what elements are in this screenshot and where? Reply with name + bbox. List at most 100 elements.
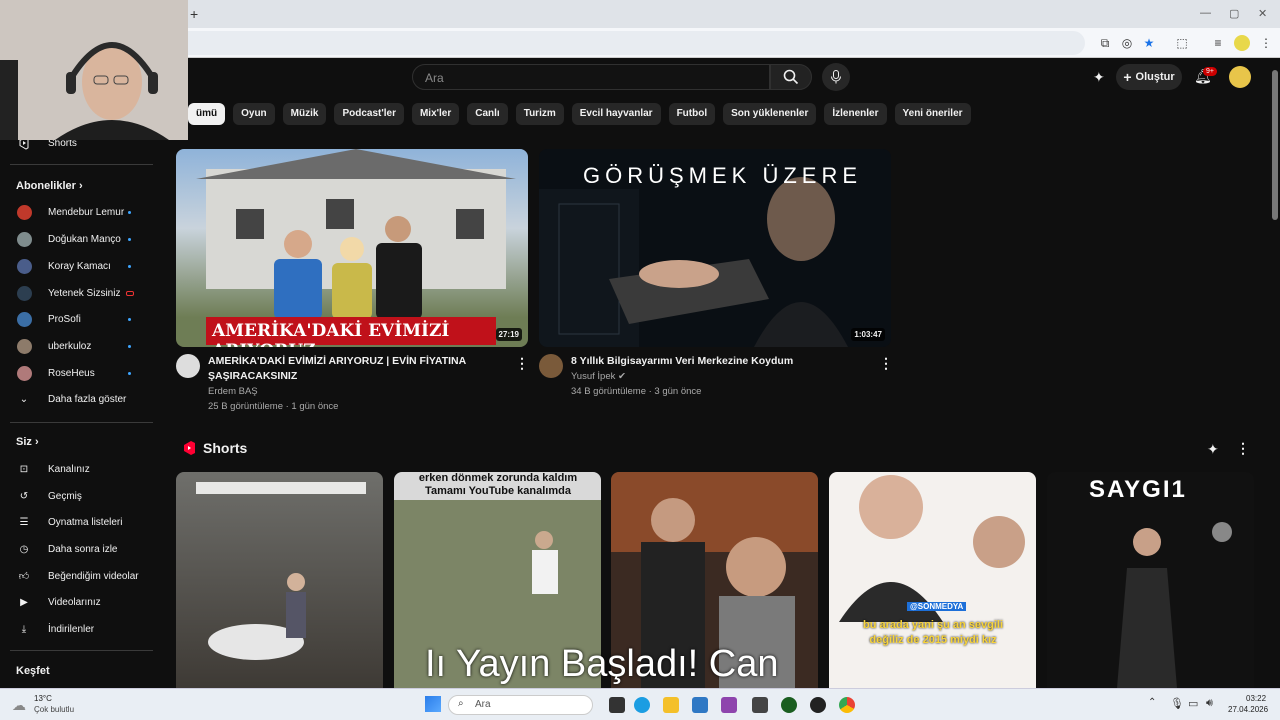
yt-header: Ara ✦ + Oluştur 🔔︎ 9+ xyxy=(0,58,1280,98)
explore-heading: Keşfet xyxy=(16,665,50,677)
windows-start-icon[interactable] xyxy=(425,696,441,712)
cast-icon[interactable]: ✦ xyxy=(1093,69,1105,86)
chrome-icon[interactable] xyxy=(839,697,855,713)
obs-icon[interactable] xyxy=(810,697,826,713)
chip-music[interactable]: Müzik xyxy=(282,103,327,125)
shorts-feedback-icon[interactable]: ✦ xyxy=(1207,441,1219,458)
video-title[interactable]: 8 Yıllık Bilgisayarımı Veri Merkezine Ko… xyxy=(571,354,871,369)
edge-icon[interactable] xyxy=(634,697,650,713)
short-card[interactable] xyxy=(176,472,383,688)
close-window-button[interactable]: ✕ xyxy=(1258,7,1267,20)
chip-tourism[interactable]: Turizm xyxy=(515,103,564,125)
short-caption: SAYGI1 xyxy=(1089,476,1187,503)
extensions-icon[interactable]: ⬚ xyxy=(1174,35,1190,51)
chip-live[interactable]: Canlı xyxy=(467,103,508,125)
account-avatar[interactable] xyxy=(1229,66,1251,88)
chip-watched[interactable]: İzlenenler xyxy=(824,103,887,125)
chip-new-to-you[interactable]: Yeni öneriler xyxy=(894,103,971,125)
new-content-dot xyxy=(128,210,131,214)
sidebar-sub-item[interactable]: Yetenek Sizsiniz xyxy=(0,283,160,303)
app-icon[interactable] xyxy=(721,697,737,713)
sidebar-item-watch-later[interactable]: ◷ Daha sonra izle xyxy=(0,539,160,559)
chip-mixes[interactable]: Mix'ler xyxy=(411,103,460,125)
bookmark-star-icon[interactable]: ★ xyxy=(1141,35,1157,51)
sidebar-item-history[interactable]: ↺ Geçmiş xyxy=(0,486,160,506)
shorts-logo-icon xyxy=(184,441,195,455)
avatar xyxy=(16,204,32,220)
voice-search-button[interactable] xyxy=(822,63,850,91)
sidebar-item-liked-videos[interactable]: 👍︎ Beğendiğim videolar xyxy=(0,566,160,586)
sidebar-sub-item[interactable]: Mendebur Lemur xyxy=(0,202,160,222)
subscriptions-heading[interactable]: Abonelikler › xyxy=(16,180,83,192)
chip-football[interactable]: Futbol xyxy=(668,103,716,125)
divider xyxy=(10,650,153,651)
chip-pets[interactable]: Evcil hayvanlar xyxy=(571,103,661,125)
mic-icon[interactable]: 🎙︎ xyxy=(1170,697,1184,710)
minimize-button[interactable]: — xyxy=(1200,7,1211,19)
chip-all[interactable]: ümü xyxy=(188,103,226,125)
install-app-icon[interactable]: ⧉ xyxy=(1097,35,1113,51)
search-input[interactable]: Ara xyxy=(412,64,770,90)
profile-avatar[interactable] xyxy=(1234,35,1250,51)
more-actions-icon[interactable]: ⋮ xyxy=(515,355,529,372)
download-icon: ⤓ xyxy=(21,623,27,635)
you-heading[interactable]: Siz › xyxy=(16,436,39,448)
sidebar-item-downloads[interactable]: ⤓ İndirilenler xyxy=(0,619,160,639)
taskbar-search[interactable]: Ara xyxy=(448,695,593,715)
channel-avatar[interactable] xyxy=(176,354,200,378)
video-thumbnail[interactable]: GÖRÜŞMEK ÜZERE 1:03:47 xyxy=(539,149,891,347)
sidebar-sub-item[interactable]: uberkuloz xyxy=(0,336,160,356)
thumbs-up-icon: 👍︎ xyxy=(18,571,30,582)
video-title[interactable]: AMERİKA'DAKİ EVİMİZİ ARIYORUZ | EVİN FİY… xyxy=(208,354,508,384)
chevron-up-icon[interactable]: ⌃ xyxy=(1148,697,1156,708)
new-content-dot xyxy=(128,264,131,268)
new-tab-button[interactable]: + xyxy=(190,6,198,22)
clock-date[interactable]: 27.04.2026 xyxy=(1228,705,1268,714)
eye-off-icon[interactable]: ◎ xyxy=(1119,35,1135,51)
sidebar-item-your-videos[interactable]: ▶ Videolarınız xyxy=(0,592,160,612)
chip-recently-uploaded[interactable]: Son yüklenenler xyxy=(723,103,817,125)
task-view-icon[interactable] xyxy=(609,697,625,713)
short-card[interactable]: SAYGI1 xyxy=(1047,472,1254,688)
sidebar-item-your-channel[interactable]: ⊡ Kanalınız xyxy=(0,459,160,479)
video-thumbnail[interactable]: AMERİKA'DAKİ EVİMİZİ ARIYORUZ 27:19 xyxy=(176,149,528,347)
channel-name[interactable]: Yusuf İpek ✔ xyxy=(571,371,626,382)
search-button[interactable] xyxy=(770,64,812,90)
thumbnail-caption: AMERİKA'DAKİ EVİMİZİ ARIYORUZ xyxy=(212,321,450,347)
chip-podcasts[interactable]: Podcast'ler xyxy=(334,103,404,125)
short-card[interactable]: @SONMEDYA bu arada yani şu an sevgili de… xyxy=(829,472,1036,688)
browser-menu-icon[interactable]: ⋮ xyxy=(1258,35,1274,51)
clock-time[interactable]: 03:22 xyxy=(1246,694,1266,703)
app-icon[interactable] xyxy=(752,697,768,713)
sidebar-sub-item[interactable]: RoseHeus xyxy=(0,363,160,383)
more-actions-icon[interactable]: ⋮ xyxy=(879,355,893,372)
short-thumbnail xyxy=(839,475,1025,622)
chip-games[interactable]: Oyun xyxy=(233,103,275,125)
volume-icon[interactable]: 🔊︎ xyxy=(1206,697,1213,710)
shorts-more-icon[interactable]: ⋮ xyxy=(1236,440,1250,457)
weather-icon: ☁ xyxy=(12,697,26,713)
reading-list-icon[interactable]: ≡ xyxy=(1210,35,1226,51)
new-content-dot xyxy=(128,371,131,375)
show-more-button[interactable]: ⌄ Daha fazla göster xyxy=(0,389,160,409)
file-explorer-icon[interactable] xyxy=(663,697,679,713)
thumbnail-image xyxy=(196,149,516,345)
browser-tab-bar: + — ▢ ✕ xyxy=(0,0,1280,28)
network-icon[interactable]: ▭ xyxy=(1188,697,1198,710)
playlist-icon: ☰ xyxy=(19,516,29,528)
sidebar-item-playlists[interactable]: ☰ Oynatma listeleri xyxy=(0,512,160,532)
search-icon: ⌕ xyxy=(458,698,464,709)
mail-icon[interactable] xyxy=(692,697,708,713)
restore-button[interactable]: ▢ xyxy=(1229,7,1239,20)
webcam-overlay xyxy=(0,0,188,140)
sidebar-sub-item[interactable]: ProSofi xyxy=(0,309,160,329)
sidebar-sub-item[interactable]: Doğukan Manço xyxy=(0,229,160,249)
avatar xyxy=(16,258,32,274)
channel-name[interactable]: Erdem BAŞ xyxy=(208,386,258,397)
filter-chips: ümü Oyun Müzik Podcast'ler Mix'ler Canlı… xyxy=(188,103,971,125)
channel-avatar[interactable] xyxy=(539,354,563,378)
sidebar-sub-item[interactable]: Koray Kamacı xyxy=(0,256,160,276)
app-icon[interactable] xyxy=(781,697,797,713)
create-button[interactable]: + Oluştur xyxy=(1116,64,1182,90)
page-scrollbar[interactable] xyxy=(1272,70,1278,220)
